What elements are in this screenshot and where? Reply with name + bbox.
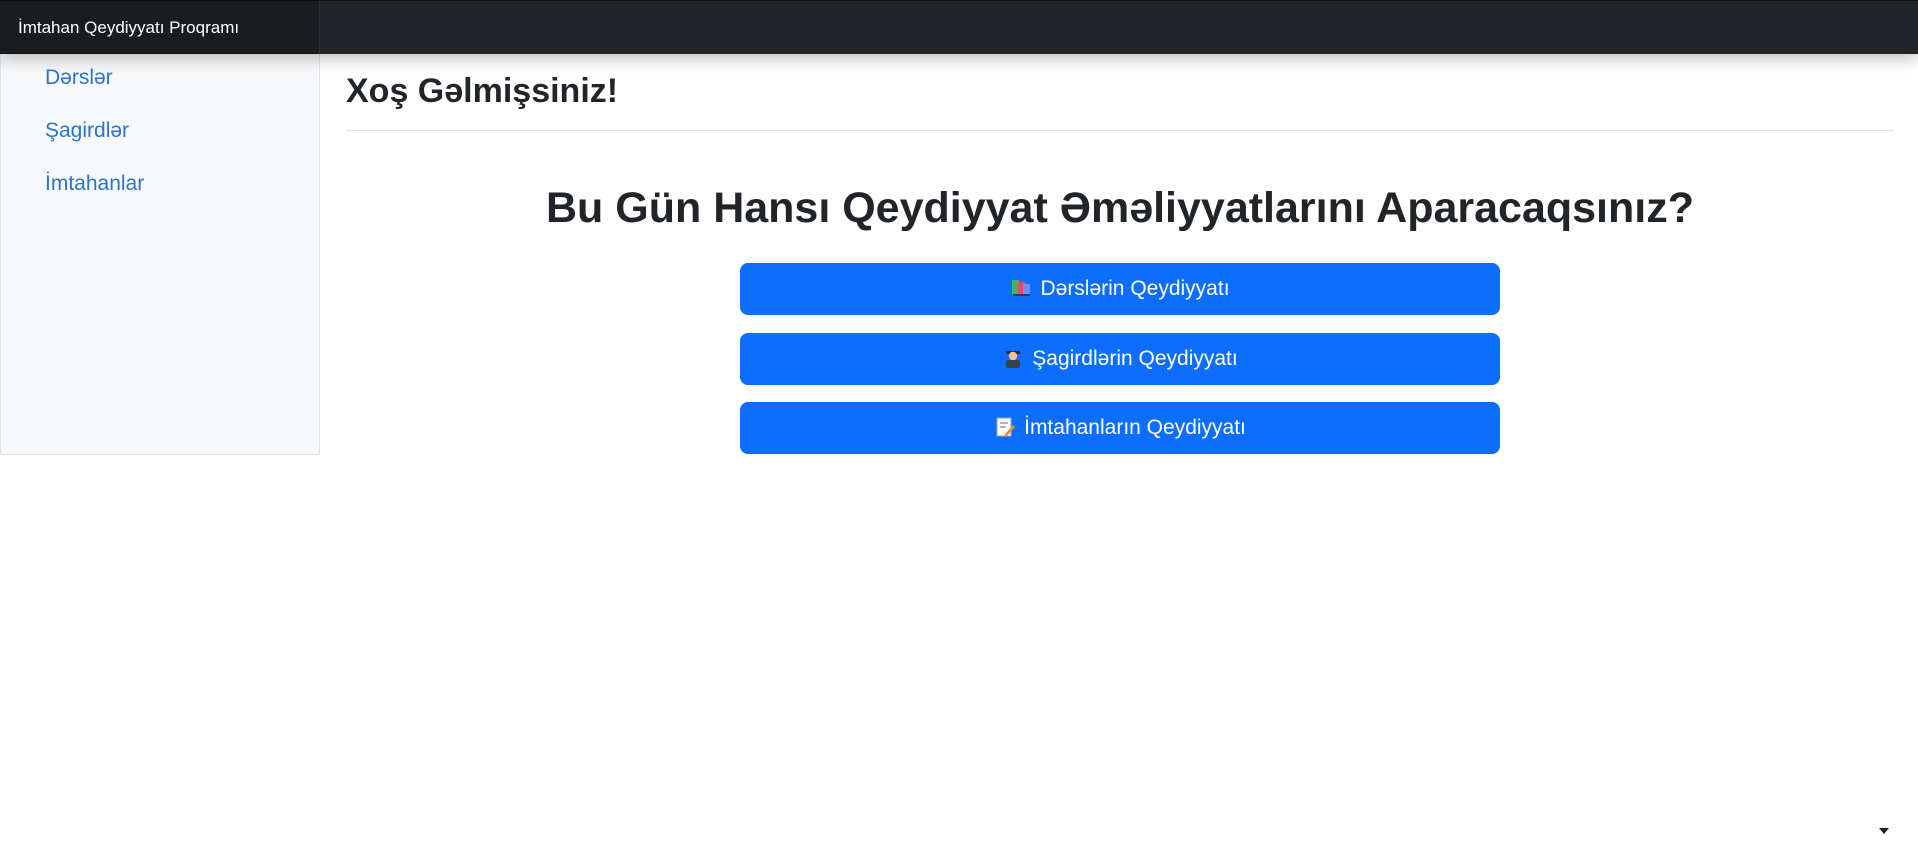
title-divider xyxy=(346,130,1894,131)
caret-down-icon[interactable] xyxy=(1879,828,1889,834)
memo-icon xyxy=(996,417,1016,437)
students-registration-button[interactable]: Şagirdlərin Qeydiyyatı xyxy=(740,333,1500,385)
sidebar-item-students[interactable]: Şagirdlər xyxy=(45,119,129,143)
question-heading: Bu Gün Hansı Qeydiyyat Əməliyyatlarını A… xyxy=(546,184,1694,232)
lessons-registration-label: Dərslərin Qeydiyyatı xyxy=(1040,277,1230,300)
sidebar-item-exams[interactable]: İmtahanlar xyxy=(45,172,144,196)
exams-registration-label: İmtahanların Qeydiyyatı xyxy=(1024,416,1246,439)
lessons-registration-button[interactable]: Dərslərin Qeydiyyatı xyxy=(740,263,1500,315)
sidebar-item-lessons[interactable]: Dərslər xyxy=(45,66,113,90)
sidebar: Dərslər Şagirdlər İmtahanlar xyxy=(0,54,320,455)
books-icon xyxy=(1012,280,1031,296)
top-navbar: İmtahan Qeydiyyatı Proqramı xyxy=(0,0,1918,54)
student-icon xyxy=(1006,351,1021,368)
exams-registration-button[interactable]: İmtahanların Qeydiyyatı xyxy=(740,402,1500,454)
students-registration-label: Şagirdlərin Qeydiyyatı xyxy=(1032,347,1238,370)
app-title[interactable]: İmtahan Qeydiyyatı Proqramı xyxy=(0,1,320,54)
page-title: Xoş Gəlmişsiniz! xyxy=(346,72,619,110)
